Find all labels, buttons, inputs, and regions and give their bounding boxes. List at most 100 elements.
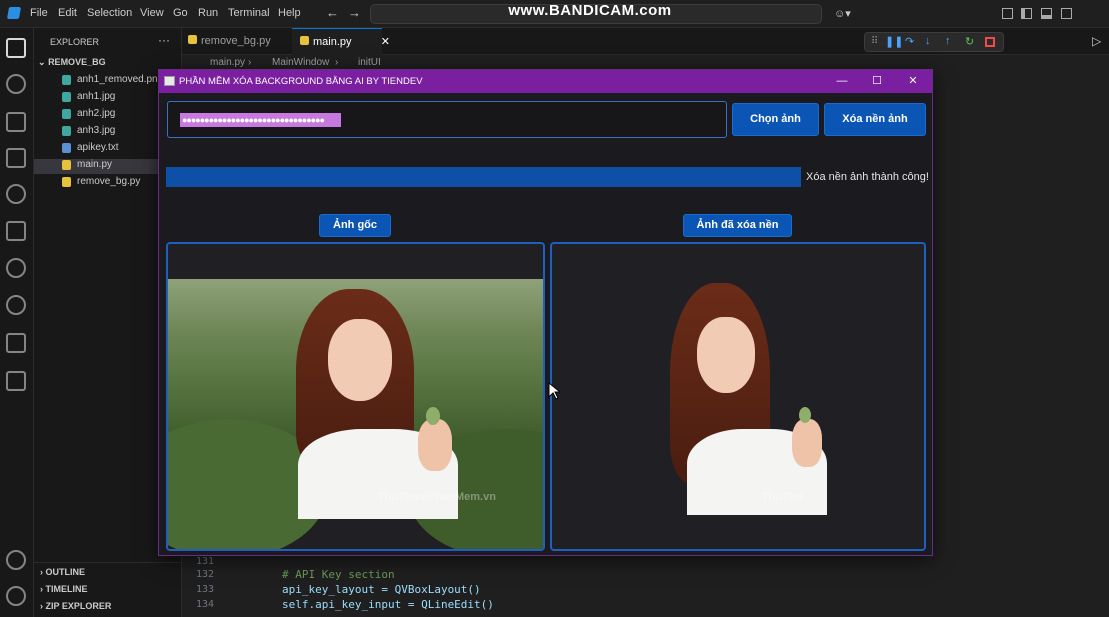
menu-edit[interactable]: Edit [58,7,77,19]
api-key-input[interactable]: ●●●●●●●●●●●●●●●●●●●●●●●●●●●●●●●● [167,101,727,138]
leaf-shape [799,407,811,423]
tab-label: main.py [313,36,352,48]
account-icon[interactable] [6,550,26,570]
more-actions-icon[interactable]: ··· [158,33,170,47]
close-icon[interactable]: ✕ [905,74,921,88]
source-control-icon[interactable] [6,148,26,168]
remove-background-button[interactable]: Xóa nền ảnh [824,103,926,136]
tab-label: remove_bg.py [201,35,271,47]
close-icon[interactable]: ✕ [381,35,390,48]
choose-image-button[interactable]: Chọn ảnh [732,103,819,136]
original-image-label[interactable]: Ảnh gốc [319,214,391,237]
database-icon[interactable] [6,371,26,391]
menu-run[interactable]: Run [198,7,218,19]
panel-toggle-icon[interactable] [1041,8,1052,19]
window-titlebar: File Edit Selection View Go Run Terminal… [0,0,1109,28]
explorer-icon[interactable] [6,38,26,58]
line-number: 133 [195,584,214,595]
line-number: 134 [195,599,214,610]
image-file-icon [62,92,71,102]
sidebar-toggle-icon[interactable] [1021,8,1032,19]
file-label: main.py [77,159,113,170]
file-item[interactable]: anh1_removed.png [62,74,163,85]
breadcrumb-file[interactable]: main.py [210,57,245,68]
code-line: api_key_layout = QVBoxLayout() [282,583,481,596]
leaf-shape [426,407,440,425]
python-icon[interactable] [6,184,26,204]
drag-handle-icon[interactable]: ⠿ [871,36,878,47]
restart-icon[interactable]: ↻ [965,35,974,48]
file-item[interactable]: anh3.jpg [62,125,115,136]
package-icon[interactable] [6,333,26,353]
file-item[interactable]: apikey.txt [62,142,119,153]
section-label: TIMELINE [45,584,88,594]
run-icon[interactable]: ▷ [1092,34,1101,48]
chevron-right-icon: › [335,57,339,68]
maximize-icon[interactable]: ☐ [869,74,885,88]
step-over-icon[interactable]: ↷ [905,35,914,48]
text-file-icon [62,143,71,153]
folder-label: REMOVE_BG [48,57,106,67]
menu-file[interactable]: File [30,7,48,19]
menu-go[interactable]: Go [173,7,188,19]
section-zip-explorer[interactable]: › ZIP EXPLORER [40,601,111,611]
removed-image-label[interactable]: Ảnh đã xóa nền [683,214,792,237]
file-item[interactable]: anh1.jpg [62,91,115,102]
stop-icon[interactable] [985,37,995,47]
json-icon[interactable] [6,295,26,315]
breadcrumb-method[interactable]: initUI [358,57,381,68]
app-title: PHẦN MỀM XÓA BACKGROUND BẰNG AI BY TIEND… [179,76,423,87]
file-label: anh1_removed.png [77,74,164,85]
step-out-icon[interactable]: ↑ [945,35,951,47]
divider [34,562,182,563]
code-line: self.api_key_input = QLineEdit() [282,598,494,611]
run-debug-icon[interactable] [6,112,26,132]
original-photo: ThuThuatPhanMem.vn [168,279,543,549]
back-arrow-icon[interactable]: ← [326,5,339,20]
line-number: 132 [195,569,214,580]
accounts-icon[interactable]: ☺▾ [834,7,851,20]
section-timeline[interactable]: › TIMELINE [40,584,88,594]
tab-main[interactable]: main.py ✕ [292,28,390,55]
layout-toggle-icon[interactable] [1002,8,1013,19]
menu-selection[interactable]: Selection [87,7,132,19]
removed-photo: ThuThu [552,279,924,515]
section-outline[interactable]: › OUTLINE [40,567,85,577]
chevron-down-icon: ⌄ [38,57,46,67]
vscode-logo-icon [6,7,22,19]
settings-gear-icon[interactable] [6,586,26,606]
image-watermark: ThuThu [762,491,803,503]
secondary-sidebar-toggle-icon[interactable] [1061,8,1072,19]
extensions-icon[interactable] [6,221,26,241]
menu-view[interactable]: View [140,7,164,19]
file-item[interactable]: remove_bg.py [62,176,140,187]
react-icon[interactable] [6,258,26,278]
app-icon [164,76,175,86]
minimize-icon[interactable]: — [834,74,850,88]
menu-help[interactable]: Help [278,7,301,19]
face-shape [697,317,755,393]
original-image-panel: ThuThuatPhanMem.vn [166,242,545,551]
tab-remove-bg[interactable]: remove_bg.py [188,28,292,55]
python-file-icon [62,160,71,170]
chevron-right-icon: › [248,57,252,68]
image-file-icon [62,109,71,119]
api-key-value: ●●●●●●●●●●●●●●●●●●●●●●●●●●●●●●●● [180,113,341,127]
step-into-icon[interactable]: ↓ [925,35,931,47]
line-number: 131 [195,556,214,567]
search-icon[interactable] [6,74,26,94]
file-item[interactable]: anh2.jpg [62,108,115,119]
app-titlebar: PHẦN MỀM XÓA BACKGROUND BẰNG AI BY TIEND… [159,70,932,93]
folder-remove-bg[interactable]: ⌄ REMOVE_BG [38,57,106,68]
face-shape [328,319,392,401]
image-file-icon [62,126,71,136]
breadcrumb-class[interactable]: MainWindow [272,57,329,68]
file-label: apikey.txt [77,142,119,153]
status-text: Xóa nền ảnh thành công! [806,171,929,183]
progress-fill [166,167,801,187]
menu-terminal[interactable]: Terminal [228,7,270,19]
explorer-header: EXPLORER [50,37,100,47]
python-file-icon [300,36,309,45]
forward-arrow-icon[interactable]: → [348,5,361,20]
pause-icon[interactable]: ❚❚ [885,35,903,48]
